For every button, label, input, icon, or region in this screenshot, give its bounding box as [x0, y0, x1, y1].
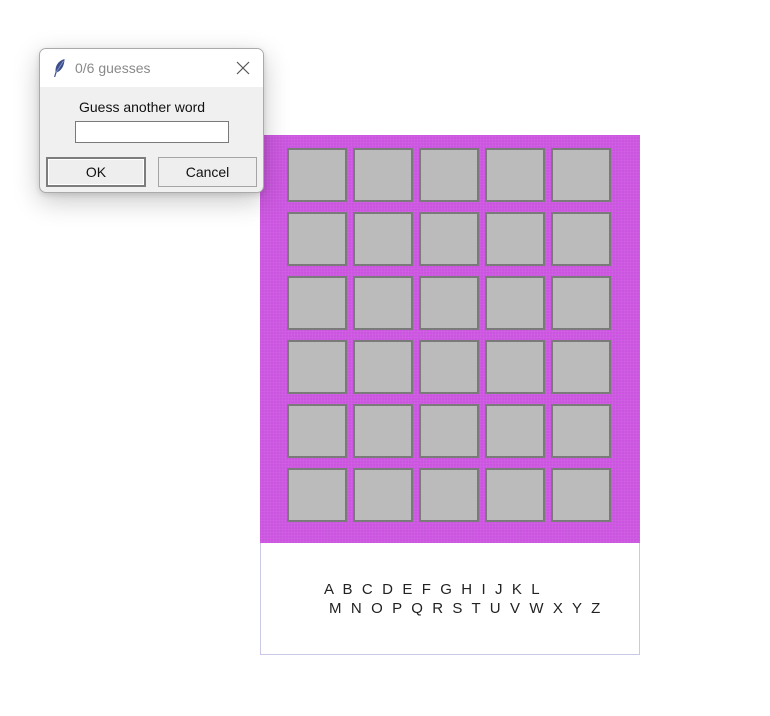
letter-tile	[287, 404, 347, 458]
letter-tile	[485, 340, 545, 394]
letter-tile	[485, 468, 545, 522]
alphabet-line-2: M N O P Q R S T U V W X Y Z	[329, 600, 603, 617]
letter-tile	[353, 404, 413, 458]
letter-tile	[287, 340, 347, 394]
guess-board	[260, 135, 640, 543]
letter-tile	[551, 276, 611, 330]
letter-tile	[419, 148, 479, 202]
letter-tile	[485, 148, 545, 202]
letter-tile	[485, 276, 545, 330]
letter-tile	[353, 340, 413, 394]
cancel-button[interactable]: Cancel	[158, 157, 257, 187]
alphabet-line-1: A B C D E F G H I J K L	[324, 581, 543, 598]
letter-tile	[419, 212, 479, 266]
letter-tile	[551, 404, 611, 458]
letter-tile	[353, 276, 413, 330]
guess-dialog: 0/6 guesses Guess another word OK Cancel	[39, 48, 264, 193]
letter-tile	[551, 340, 611, 394]
letter-tile	[419, 340, 479, 394]
dialog-prompt: Guess another word	[79, 99, 206, 115]
letter-tile	[551, 468, 611, 522]
letter-tile	[419, 404, 479, 458]
letter-tile	[287, 276, 347, 330]
dialog-title: 0/6 guesses	[75, 60, 151, 76]
close-icon[interactable]	[236, 61, 250, 75]
letter-tile	[551, 212, 611, 266]
letter-tile	[353, 212, 413, 266]
letter-tile	[419, 468, 479, 522]
letter-tile	[551, 148, 611, 202]
game-window: A B C D E F G H I J K L M N O P Q R S T …	[260, 135, 640, 655]
letter-tile	[353, 148, 413, 202]
alphabet-panel: A B C D E F G H I J K L M N O P Q R S T …	[260, 543, 640, 655]
letter-tile	[287, 468, 347, 522]
ok-button[interactable]: OK	[46, 157, 146, 187]
dialog-titlebar[interactable]: 0/6 guesses	[40, 49, 263, 87]
letter-tile	[485, 404, 545, 458]
letter-tile	[287, 212, 347, 266]
letter-tile	[485, 212, 545, 266]
letter-tile	[287, 148, 347, 202]
letter-tile	[353, 468, 413, 522]
desktop: A B C D E F G H I J K L M N O P Q R S T …	[0, 0, 770, 716]
guess-input[interactable]	[75, 121, 229, 143]
feather-icon	[54, 59, 65, 77]
letter-tile	[419, 276, 479, 330]
